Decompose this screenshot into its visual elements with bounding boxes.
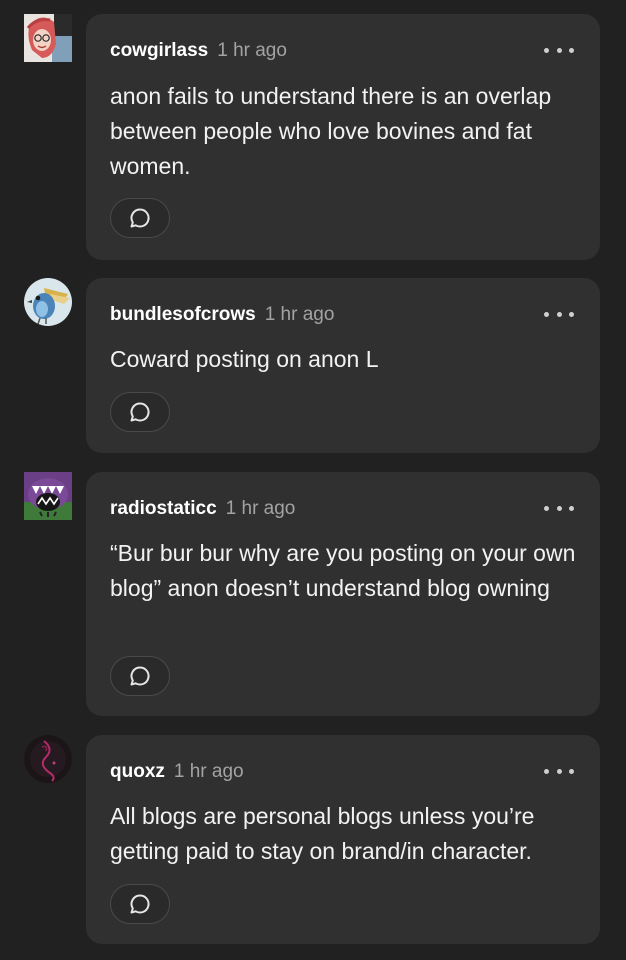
reply-meta: quoxz 1 hr ago <box>110 761 244 785</box>
more-options-icon[interactable] <box>544 308 574 320</box>
more-options-icon[interactable] <box>544 44 574 56</box>
reply-button[interactable] <box>110 198 170 238</box>
timestamp: 1 hr ago <box>217 40 287 61</box>
reply-card: bundlesofcrows 1 hr ago Coward posting o… <box>86 278 600 453</box>
speech-bubble-icon <box>130 894 150 914</box>
reply-card: cowgirlass 1 hr ago anon fails to unders… <box>86 14 600 260</box>
dark-swirl-avatar-icon[interactable] <box>24 735 72 783</box>
speech-bubble-icon <box>130 666 150 686</box>
reply-button[interactable] <box>110 392 170 432</box>
reply-meta: bundlesofcrows 1 hr ago <box>110 304 334 328</box>
reply-button[interactable] <box>110 656 170 696</box>
username[interactable]: bundlesofcrows <box>110 304 256 326</box>
replies-feed: cowgirlass 1 hr ago anon fails to unders… <box>0 0 626 960</box>
reply-meta: radiostaticc 1 hr ago <box>110 498 295 522</box>
username[interactable]: radiostaticc <box>110 498 217 520</box>
more-options-icon[interactable] <box>544 502 574 514</box>
timestamp: 1 hr ago <box>173 761 244 782</box>
more-options-icon[interactable] <box>544 765 574 777</box>
cowgirl-avatar-icon[interactable] <box>24 14 72 62</box>
username[interactable]: cowgirlass <box>110 40 208 62</box>
reply-text: Coward posting on anon L <box>110 346 379 372</box>
bird-avatar-icon[interactable] <box>24 278 72 326</box>
reply-button[interactable] <box>110 884 170 924</box>
timestamp: 1 hr ago <box>264 304 335 325</box>
monster-avatar-icon[interactable] <box>24 472 72 520</box>
reply-text: All blogs are personal blogs unless you’… <box>110 803 535 864</box>
reply-card: quoxz 1 hr ago All blogs are personal bl… <box>86 735 600 944</box>
reply-card: radiostaticc 1 hr ago “Bur bur bur why a… <box>86 472 600 716</box>
username[interactable]: quoxz <box>110 761 165 783</box>
speech-bubble-icon <box>130 208 150 228</box>
reply-text: “Bur bur bur why are you posting on your… <box>110 540 576 601</box>
timestamp: 1 hr ago <box>225 498 296 519</box>
speech-bubble-icon <box>130 402 150 422</box>
reply-meta: cowgirlass 1 hr ago <box>110 40 287 64</box>
reply-text: anon fails to understand there is an ove… <box>110 83 552 179</box>
